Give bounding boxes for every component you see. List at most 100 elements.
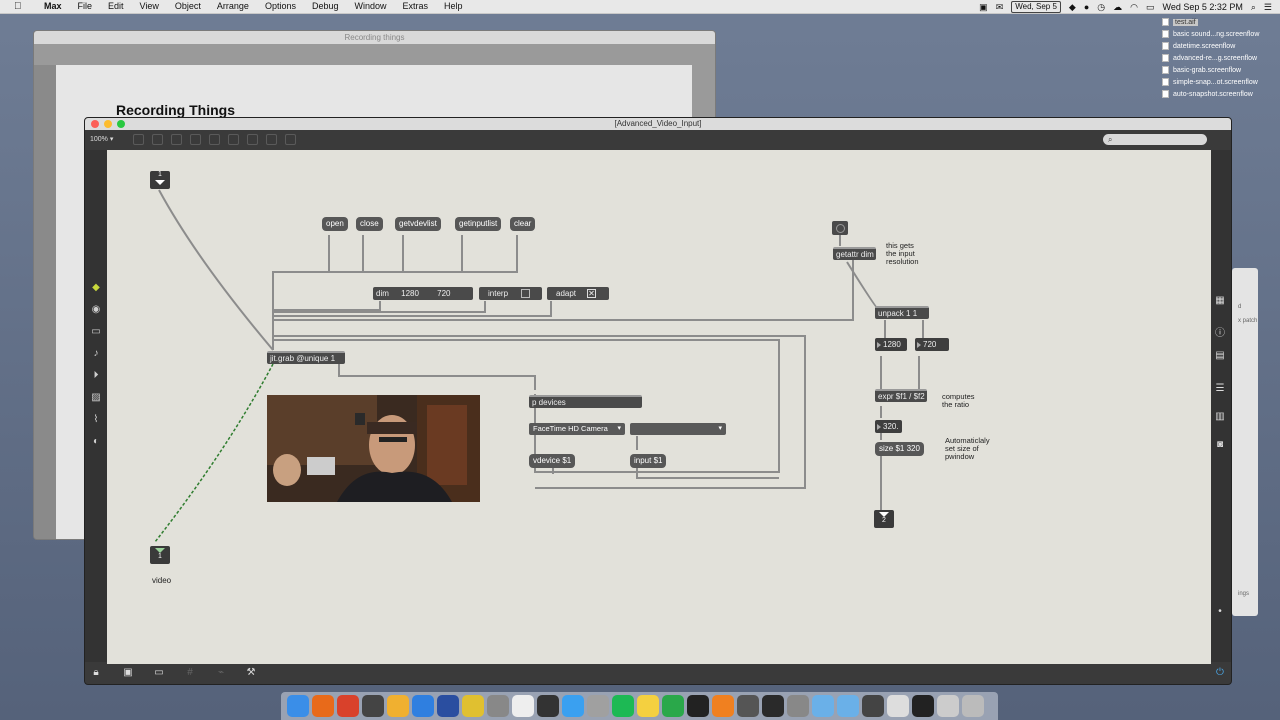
messages-icon[interactable] — [562, 695, 584, 717]
close-message[interactable]: close — [356, 217, 383, 231]
music-icon[interactable]: ♪ — [90, 348, 102, 360]
desktop-file[interactable]: test.aif — [1162, 16, 1274, 28]
power-icon[interactable]: ⏻ — [1214, 667, 1226, 679]
play-step-icon[interactable]: ⏵ — [90, 370, 102, 382]
app-icon[interactable] — [687, 695, 709, 717]
cloud-icon[interactable]: ☁ — [1113, 2, 1122, 13]
folder-icon[interactable] — [837, 695, 859, 717]
lock-icon[interactable]: 🔒︎ — [90, 667, 102, 679]
device-menu[interactable]: FaceTime HD Camera ▾ — [529, 423, 625, 435]
inlet-1[interactable]: 1 — [150, 171, 170, 189]
paperclip-icon[interactable]: ⌇ — [90, 414, 102, 426]
mail-icon[interactable]: ✉ — [996, 2, 1004, 13]
height-number-box[interactable]: 720 — [915, 338, 949, 351]
screen-icon[interactable]: ▣ — [979, 2, 988, 13]
search-input[interactable]: ⌕ — [1103, 134, 1207, 145]
input-message[interactable]: input $1 — [630, 454, 667, 468]
toolbar-copy-icon[interactable] — [171, 134, 182, 145]
time-machine-icon[interactable]: ◷ — [1097, 2, 1105, 13]
menu-help[interactable]: Help — [436, 1, 471, 11]
patch-cord[interactable] — [273, 235, 518, 273]
desktop-file[interactable]: auto-snapshot.screenflow — [1162, 88, 1274, 100]
max-icon[interactable] — [537, 695, 559, 717]
app-icon[interactable] — [787, 695, 809, 717]
app-icon[interactable] — [887, 695, 909, 717]
desktop-file[interactable]: simple-snap...ot.screenflow — [1162, 76, 1274, 88]
toolbar-grid-icon[interactable] — [209, 134, 220, 145]
patch-cord[interactable] — [273, 301, 381, 311]
clock[interactable]: Wed Sep 5 2:32 PM — [1162, 2, 1242, 12]
menu-app[interactable]: Max — [36, 1, 70, 11]
trash-icon[interactable] — [962, 695, 984, 717]
wrench-icon[interactable]: ⚒ — [245, 667, 257, 679]
patch-cord[interactable] — [846, 261, 880, 311]
vlc-icon[interactable] — [712, 695, 734, 717]
apple-icon[interactable]:  — [14, 1, 22, 12]
menu-list-icon[interactable]: ☰ — [1264, 2, 1272, 13]
folder-icon[interactable] — [812, 695, 834, 717]
desktop-file[interactable]: datetime.screenflow — [1162, 40, 1274, 52]
camera-icon[interactable]: ◙ — [1214, 439, 1226, 451]
patcher-window[interactable]: [Advanced_Video_Input] 100% ▾ ⌕ ◆ ◉ ▭ ♪ … — [84, 117, 1232, 685]
finder-icon[interactable] — [287, 695, 309, 717]
firefox-icon[interactable] — [312, 695, 334, 717]
desktop-file[interactable]: advanced-re...g.screenflow — [1162, 52, 1274, 64]
input-menu[interactable]: ▾ — [630, 423, 726, 435]
dropbox-icon[interactable]: ◆ — [1069, 2, 1076, 13]
app-icon[interactable] — [587, 695, 609, 717]
open-message[interactable]: open — [322, 217, 348, 231]
patch-cord[interactable] — [158, 189, 274, 351]
dim-height-value[interactable]: 720 — [437, 289, 450, 298]
partial-window[interactable]: d x patch ings — [1232, 268, 1258, 616]
menu-arrange[interactable]: Arrange — [209, 1, 257, 11]
clear-message[interactable]: clear — [510, 217, 536, 231]
cube-icon[interactable]: ◆ — [90, 282, 102, 294]
list-icon[interactable]: ☰ — [1214, 383, 1226, 395]
jit-grab-object[interactable]: jit.grab @unique 1 — [267, 351, 345, 364]
record-icon[interactable]: ● — [1084, 2, 1089, 12]
outlet-2[interactable]: 2 — [874, 510, 894, 528]
info-icon[interactable]: ⓘ — [1214, 328, 1226, 340]
book-icon[interactable]: ▤ — [1214, 350, 1226, 362]
width-number-box[interactable]: 1280 — [875, 338, 907, 351]
circle-icon[interactable]: ◉ — [90, 304, 102, 316]
getinputlist-message[interactable]: getinputlist — [455, 217, 502, 231]
zoom-window-icon[interactable] — [117, 120, 125, 128]
volume-slider[interactable]: • — [1214, 606, 1226, 618]
app-icon[interactable] — [487, 695, 509, 717]
interp-attrui[interactable]: interp — [479, 287, 542, 300]
image-icon[interactable]: ▨ — [90, 392, 102, 404]
menu-extras[interactable]: Extras — [395, 1, 437, 11]
menu-object[interactable]: Object — [167, 1, 209, 11]
adapt-attrui[interactable]: adapt ✕ — [547, 287, 609, 300]
toolbar-align-icon[interactable] — [228, 134, 239, 145]
patcher-canvas[interactable]: 1 open close getvdevlist getinputlist cl… — [107, 150, 1211, 664]
menu-file[interactable]: File — [70, 1, 101, 11]
ratio-number-box[interactable]: 320. — [875, 420, 902, 433]
toolbar-undo-icon[interactable] — [247, 134, 258, 145]
app-icon[interactable] — [437, 695, 459, 717]
desktop-file[interactable]: basic sound...ng.screenflow — [1162, 28, 1274, 40]
unpack-object[interactable]: unpack 1 1 — [875, 306, 929, 319]
comment-icon[interactable]: ▭ — [153, 667, 165, 679]
app-icon[interactable] — [762, 695, 784, 717]
menu-debug[interactable]: Debug — [304, 1, 347, 11]
app-icon[interactable] — [662, 695, 684, 717]
toolbar-paste-icon[interactable] — [190, 134, 201, 145]
chrome-icon[interactable] — [337, 695, 359, 717]
toolbar-add-icon[interactable] — [266, 134, 277, 145]
app-icon[interactable] — [937, 695, 959, 717]
rectangle-icon[interactable]: ▭ — [90, 326, 102, 338]
dim-attrui[interactable]: dim 1280 720 — [373, 287, 473, 300]
app-icon[interactable] — [737, 695, 759, 717]
video-preview[interactable] — [267, 395, 480, 502]
dim-width-value[interactable]: 1280 — [401, 289, 419, 298]
outlet-1[interactable]: 1 — [150, 546, 170, 564]
app-icon[interactable] — [637, 695, 659, 717]
zoom-level[interactable]: 100% ▾ — [90, 135, 113, 143]
app-icon[interactable] — [462, 695, 484, 717]
grid-toggle-icon[interactable]: # — [184, 667, 196, 679]
matrix-cord[interactable] — [154, 363, 274, 543]
vdevice-message[interactable]: vdevice $1 — [529, 454, 576, 468]
date-chip[interactable]: Wed, Sep 5 — [1011, 1, 1061, 13]
